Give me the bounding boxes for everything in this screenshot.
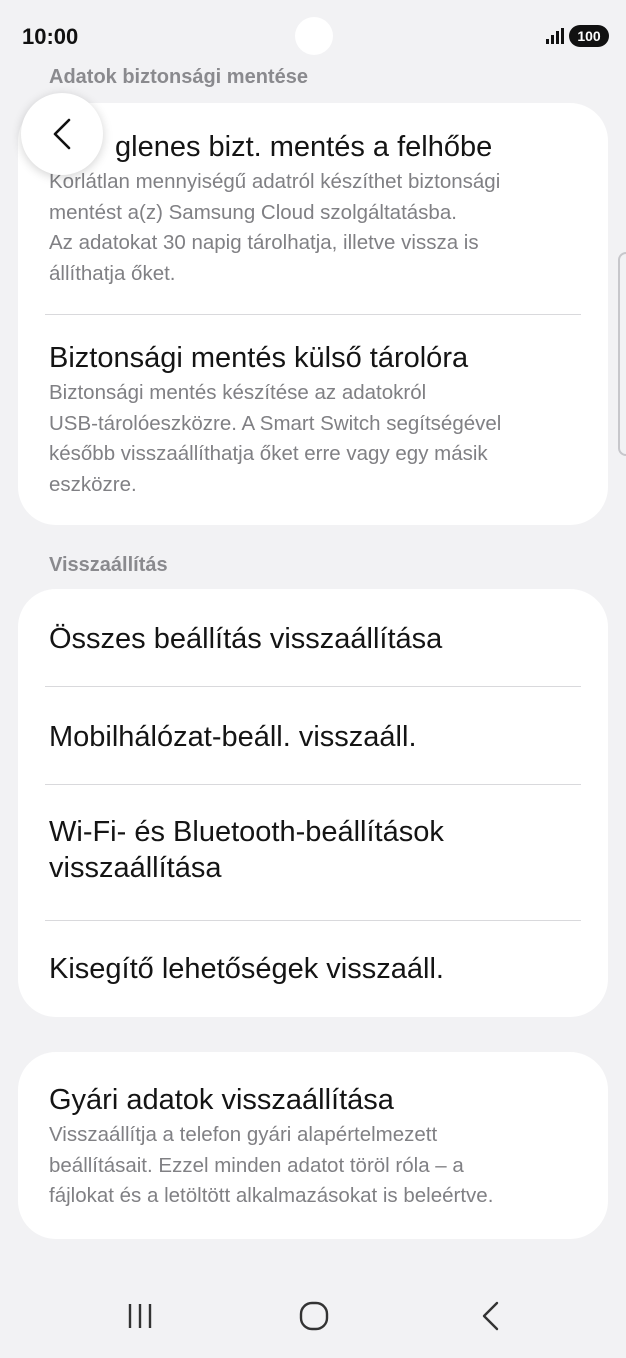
scroll-indicator bbox=[618, 252, 626, 456]
item-description: Visszaállítja a telefon gyári alapértelm… bbox=[49, 1123, 494, 1207]
factory-reset-card: Gyári adatok visszaállítása Visszaállítj… bbox=[18, 1052, 608, 1239]
list-item-reset-wifi-bluetooth[interactable]: Wi-Fi- és Bluetooth-beállítások visszaál… bbox=[49, 814, 580, 886]
item-description: Korlátlan mennyiségű adatról készíthet b… bbox=[49, 170, 501, 285]
battery-indicator: 100 bbox=[569, 25, 609, 47]
list-item-external-storage-backup[interactable]: Biztonsági mentés külső tárolóra Biztons… bbox=[49, 340, 580, 500]
status-bar: 10:00 100 bbox=[0, 0, 626, 72]
recent-apps-icon bbox=[128, 1304, 152, 1328]
reset-card: Összes beállítás visszaállítása Mobilhál… bbox=[18, 589, 608, 1017]
signal-bars-icon bbox=[546, 28, 564, 44]
system-back-button[interactable] bbox=[460, 1286, 520, 1346]
divider bbox=[45, 686, 581, 687]
item-title: Biztonsági mentés külső tárolóra bbox=[49, 342, 469, 374]
divider bbox=[45, 920, 581, 921]
item-title: glenes bizt. mentés a felhőbe bbox=[115, 131, 493, 163]
list-item-temp-cloud-backup[interactable]: glenes bizt. mentés a felhőbe Korlátlan … bbox=[49, 129, 580, 289]
status-time: 10:00 bbox=[22, 24, 79, 49]
camera-cutout bbox=[295, 17, 333, 55]
list-item-factory-reset[interactable]: Gyári adatok visszaállítása Visszaállítj… bbox=[49, 1082, 580, 1212]
list-item-reset-accessibility[interactable]: Kisegítő lehetőségek visszaáll. bbox=[49, 951, 580, 987]
home-icon bbox=[299, 1301, 329, 1331]
divider bbox=[45, 314, 581, 315]
home-button[interactable] bbox=[284, 1286, 344, 1346]
item-title: Mobilhálózat-beáll. visszaáll. bbox=[49, 721, 417, 753]
item-title: Kisegítő lehetőségek visszaáll. bbox=[49, 953, 444, 985]
backup-card: glenes bizt. mentés a felhőbe Korlátlan … bbox=[18, 103, 608, 525]
list-item-reset-mobile-network[interactable]: Mobilhálózat-beáll. visszaáll. bbox=[49, 719, 580, 755]
item-title: Wi-Fi- és Bluetooth-beállítások visszaál… bbox=[49, 816, 444, 884]
item-title: Összes beállítás visszaállítása bbox=[49, 623, 443, 655]
list-item-reset-all-settings[interactable]: Összes beállítás visszaállítása bbox=[49, 621, 580, 657]
item-title: Gyári adatok visszaállítása bbox=[49, 1084, 394, 1116]
back-icon bbox=[482, 1301, 499, 1331]
recent-apps-button[interactable] bbox=[110, 1286, 170, 1346]
item-description: Biztonsági mentés készítése az adatokról… bbox=[49, 381, 502, 496]
chevron-left-icon bbox=[53, 118, 71, 150]
section-header-reset: Visszaállítás bbox=[49, 554, 168, 576]
navigation-bar bbox=[0, 1278, 626, 1358]
section-header-backup: Adatok biztonsági mentése bbox=[49, 66, 308, 88]
divider bbox=[45, 784, 581, 785]
back-button[interactable] bbox=[21, 93, 103, 175]
